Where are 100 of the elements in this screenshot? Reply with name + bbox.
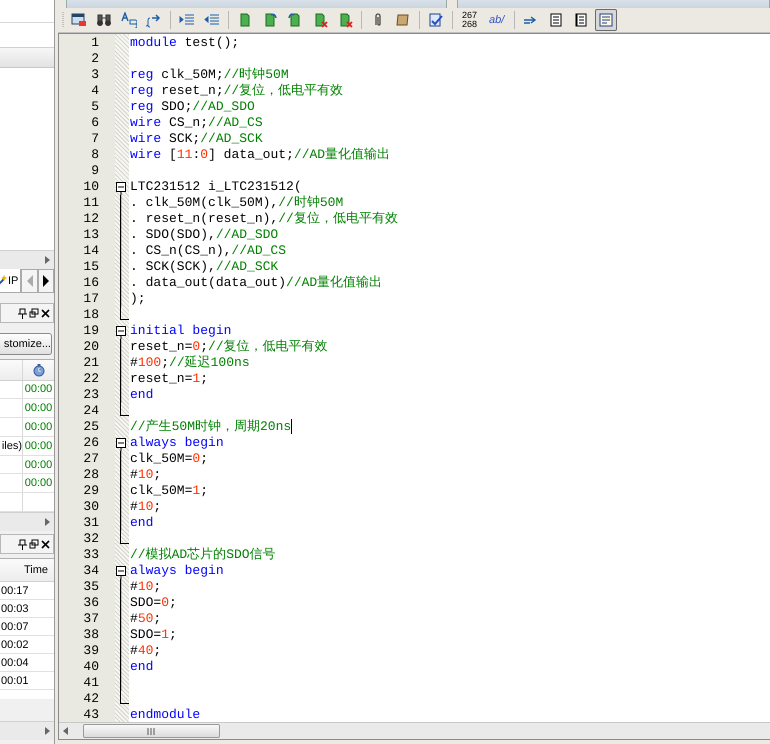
pin-icon [18,308,27,318]
scrollbar-thumb[interactable] [83,724,220,738]
code-line: module test(); [129,35,240,51]
fold-toggle[interactable] [116,323,127,339]
line-number: 41 [82,675,100,691]
line-number: 11 [82,195,100,211]
code-line: #50; [129,611,162,627]
table-cell: iles) [2,440,22,452]
binoculars-icon [96,12,112,28]
code-line: reset_n=0;//复位，低电平有效 [129,339,328,355]
code-line: . CS_n(CS_n),//AD_CS [129,243,286,259]
code-line: SDO=0; [129,595,177,611]
horizontal-scrollbar[interactable] [0,250,54,269]
time-cell: 00:17 [1,584,29,596]
horizontal-scrollbar[interactable] [0,512,54,531]
fold-toggle[interactable] [116,179,127,195]
code-line: reset_n=1; [129,371,208,387]
code-line: #10; [129,467,162,483]
code-line: . SCK(SCK),//AD_SCK [129,259,278,275]
code-line: . clk_50M(clk_50M),//时钟50M [129,195,344,211]
document-icon [598,12,614,28]
line-number: 25 [82,419,100,435]
line-number: 10 [82,179,100,195]
line-number: 6 [90,115,100,131]
code-line: . data_out(data_out)//AD量化值输出 [129,275,382,291]
time-cell: 00:01 [1,674,29,686]
horizontal-scrollbar[interactable] [0,721,54,740]
list-header [0,47,54,68]
line-number: 9 [90,163,100,179]
horizontal-scrollbar[interactable] [59,722,770,739]
line-number: 40 [82,659,100,675]
time-cell: 00:00 [24,458,52,471]
line-number: 13 [82,227,100,243]
fold-toggle[interactable] [116,435,127,451]
customize-button[interactable]: stomize... [0,333,52,355]
code-line: initial begin [129,323,232,339]
restore-icon [29,308,39,318]
left-arrow-icon [26,275,33,287]
code-line: . SDO(SDO),//AD_SDO [129,227,278,243]
line-number: 20 [82,339,100,355]
code-line: ); [129,291,146,307]
line-number: 27 [82,451,100,467]
line-number: 37 [82,611,100,627]
line-number: 42 [82,691,100,707]
line-number: 2 [90,51,100,67]
view-button[interactable] [595,9,618,31]
code-line: #100;//延迟100ns [129,355,250,371]
line-number: 15 [82,259,100,275]
line-number: 28 [82,467,100,483]
code-line: reg SDO;//AD_SDO [129,99,255,115]
line-number: 26 [82,435,100,451]
code-line: SDO=1; [129,627,177,643]
time-cell: 00:02 [1,638,29,650]
code-line: //产生50M时钟，周期20ns [129,419,292,435]
code-line: always begin [129,435,224,451]
line-number: 36 [82,595,100,611]
scroll-icon [395,12,411,28]
tab-right-button[interactable] [38,269,54,293]
code-line: reg reset_n;//复位，低电平有效 [129,83,344,99]
code-line: clk_50M=0; [129,451,208,467]
time-cell: 00:00 [24,477,52,490]
brace-arrow-icon [146,12,162,28]
document-icon [573,12,590,28]
document-icon [548,12,564,28]
line-number: 7 [90,131,100,147]
scroll-right-icon [45,256,50,264]
line-number: 14 [82,243,100,259]
line-number: 32 [82,531,100,547]
line-number: 22 [82,371,100,387]
time-cell: 00:00 [24,421,52,434]
line-number: 29 [82,483,100,499]
code-line: wire [11:0] data_out;//AD量化值输出 [129,147,390,163]
scroll-right-icon [45,727,50,735]
fold-toggle[interactable] [116,563,127,579]
code-line: LTC231512 i_LTC231512( [129,179,302,195]
line-number: 43 [82,707,100,722]
line-number: 17 [82,291,100,307]
close-icon [41,540,50,548]
time-cell: 00:00 [24,383,52,396]
line-number: 35 [82,579,100,595]
word-wrap-button[interactable]: ab/ [484,9,510,31]
clock-icon [32,362,44,377]
scroll-right-icon [45,518,50,526]
grip-icon [147,728,156,734]
code-line: #10; [129,579,162,595]
line-number: 31 [82,515,100,531]
ip-tab[interactable]: IP [0,269,22,293]
line-number: 38 [82,627,100,643]
code-line: . reset_n(reset_n),//复位，低电平有效 [129,211,398,227]
code-line: clk_50M=1; [129,483,208,499]
line-number: 23 [82,387,100,403]
right-arrow-icon [42,275,49,287]
code-line: reg clk_50M;//时钟50M [129,67,289,83]
line-number: 8 [90,147,100,163]
code-line: always begin [129,563,224,579]
line-number: 24 [82,403,100,419]
line-number: 19 [82,323,100,339]
line-number-button[interactable]: 267 268 [458,9,482,31]
restore-icon [29,539,39,549]
code-line: wire SCK;//AD_SCK [129,131,263,147]
